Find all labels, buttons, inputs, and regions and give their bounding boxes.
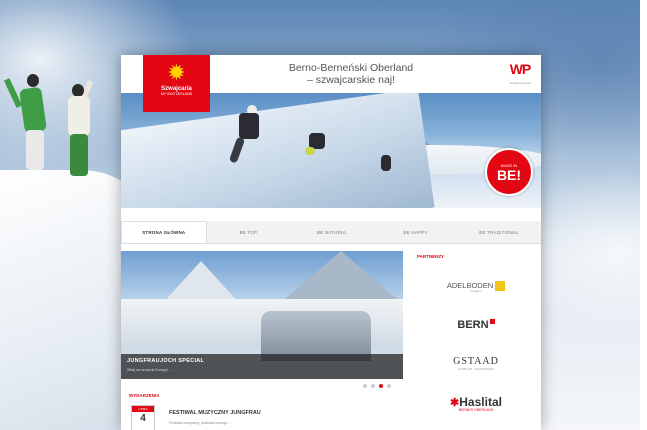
partners-heading: PARTNERZY <box>417 254 445 259</box>
swiss-cross-icon <box>489 319 495 324</box>
wp-logo-sub: wirtualna polska <box>509 81 531 85</box>
partner-logo-adelboden[interactable]: ADELBODEN Frutigen <box>411 281 541 293</box>
logo-sub-text: MY SWITZERLAND <box>160 92 193 96</box>
person-head <box>27 74 39 87</box>
person-white-jacket <box>68 96 90 136</box>
feature-title: JUNGFRAUJOCH SPECIAL <box>127 358 205 364</box>
page-edge <box>640 0 647 430</box>
slider-dot[interactable] <box>363 384 367 388</box>
title-line-2: – szwajcarskie naj! <box>306 74 396 86</box>
slider-dots <box>363 384 391 388</box>
haslital-star-icon: ✱ <box>450 397 460 409</box>
partner-sub: COME UP - SLOW DOWN <box>458 367 494 371</box>
event-description: Festiwal muzyczny, podczas którego ... <box>169 421 232 425</box>
partner-name: GSTAAD <box>453 356 499 367</box>
partner-name: Haslital <box>459 395 502 409</box>
tab-strona-g-wna[interactable]: STRONA GŁÓWNA <box>121 221 207 243</box>
skier-1 <box>239 113 259 139</box>
partner-sub: Frutigen <box>470 289 482 294</box>
page-title: Berno-Berneński Oberland – szwajcarskie … <box>281 62 421 86</box>
partner-sub: BERNER OBERLAND <box>458 408 494 412</box>
title-line-1: Berno-Berneński Oberland <box>288 62 414 74</box>
slider-dot[interactable] <box>379 384 383 388</box>
tab-be-top[interactable]: BE TOP <box>207 221 291 243</box>
partner-logo-bern[interactable]: BERN <box>411 319 541 331</box>
partner-logo-gstaad[interactable]: GSTAAD COME UP - SLOW DOWN <box>411 356 541 371</box>
main-nav: STRONA GŁÓWNA BE TOP BE NATURAL BE HAPPY BE … <box>121 221 541 244</box>
event-date-calendar: LIPIEC 4 <box>131 405 155 430</box>
sun-icon: ✹ <box>167 60 186 85</box>
feature-slider[interactable]: JUNGFRAUJOCH SPECIAL Witaj na szczycie E… <box>121 251 403 379</box>
wp-logo[interactable]: WP wirtualna polska <box>507 62 533 90</box>
adelboden-square-icon <box>495 281 506 292</box>
background-snow-slope <box>0 170 140 430</box>
feature-description: Witaj na szczycie Europy! ... <box>127 368 172 372</box>
switzerland-logo[interactable]: ✹ Szwajcaria MY SWITZERLAND <box>143 55 210 112</box>
site-header: ✹ Szwajcaria MY SWITZERLAND Berno-Berneń… <box>121 55 541 112</box>
partners-panel: PARTNERZY ADELBODEN Frutigen BERN GSTAAD… <box>411 251 541 430</box>
skier-3 <box>381 155 391 171</box>
skier-2-legs <box>305 147 315 155</box>
made-in-be-badge: MADE IN BE! <box>485 148 533 196</box>
person-legs <box>26 130 44 170</box>
events-heading: WYDARZENIA <box>129 393 160 398</box>
tab-be-happy[interactable]: BE HAPPY <box>374 221 458 243</box>
partner-name: BERN <box>457 319 489 331</box>
slider-dot[interactable] <box>387 384 391 388</box>
wp-logo-text: WP <box>509 61 532 77</box>
tab-be-traditional[interactable]: BE TRADITIONAL <box>457 221 541 243</box>
website-page: ✹ Szwajcaria MY SWITZERLAND Berno-Berneń… <box>121 55 541 430</box>
person-legs <box>70 134 88 176</box>
calendar-day: 4 <box>140 413 146 424</box>
slider-dot[interactable] <box>371 384 375 388</box>
badge-main-text: BE! <box>496 166 522 183</box>
tab-be-natural[interactable]: BE NATURAL <box>290 221 374 243</box>
partner-logo-haslital[interactable]: ✱Haslital BERNER OBERLAND <box>411 395 541 412</box>
event-title-link[interactable]: FESTIWAL MUZYCZNY JUNGFRAU <box>169 410 261 416</box>
feature-caption[interactable]: JUNGFRAUJOCH SPECIAL Witaj na szczycie E… <box>121 354 403 379</box>
